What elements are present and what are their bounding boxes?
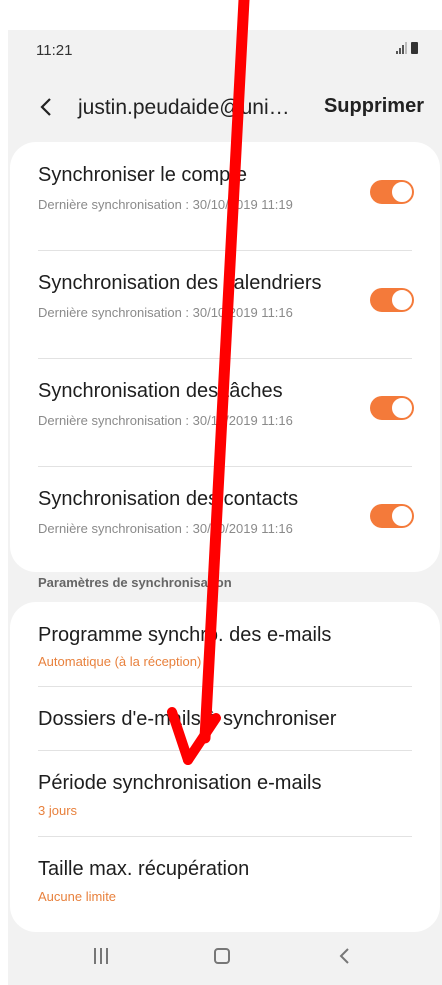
status-bar: 11:21: [8, 30, 442, 70]
home-icon[interactable]: [214, 948, 230, 964]
delete-button[interactable]: Supprimer: [324, 95, 424, 118]
recents-icon[interactable]: [94, 948, 108, 964]
phone-screen: 11:21 justin.peudaide@uni… Supprimer Syn…: [8, 30, 442, 985]
sync-item-title: Synchroniser le compte: [38, 164, 247, 186]
sync-toggle[interactable]: [370, 504, 414, 528]
setting-value: 3 jours: [38, 803, 78, 818]
back-icon[interactable]: [333, 944, 357, 968]
status-time: 11:21: [36, 42, 73, 59]
toggle-knob: [391, 181, 413, 203]
sync-item-subtitle: Dernière synchronisation : 30/10/2019 11…: [38, 413, 293, 428]
setting-max-size[interactable]: Taille max. récupération Aucune limite: [10, 836, 440, 922]
toggle-knob: [391, 505, 413, 527]
setting-email-schedule[interactable]: Programme synchro. des e-mails Automatiq…: [10, 602, 440, 686]
status-icons: [396, 42, 418, 54]
sync-item-calendars[interactable]: Synchronisation des calendriers Dernière…: [10, 250, 440, 358]
sync-item-title: Synchronisation des tâches: [38, 380, 283, 402]
sync-toggle[interactable]: [370, 396, 414, 420]
sync-item-tasks[interactable]: Synchronisation des tâches Dernière sync…: [10, 358, 440, 466]
signal-icon: [396, 42, 407, 54]
section-header: Paramètres de synchronisation: [38, 575, 232, 590]
sync-item-title: Synchronisation des calendriers: [38, 272, 322, 294]
sync-item-contacts[interactable]: Synchronisation des contacts Dernière sy…: [10, 466, 440, 572]
setting-title: Taille max. récupération: [38, 858, 250, 880]
sync-item-subtitle: Dernière synchronisation : 30/10/2019 11…: [38, 305, 293, 320]
sync-item-title: Synchronisation des contacts: [38, 488, 299, 510]
chevron-left-icon[interactable]: [34, 94, 60, 120]
toggle-knob: [391, 289, 413, 311]
account-title: justin.peudaide@uni…: [78, 96, 290, 119]
setting-title: Période synchronisation e-mails: [38, 772, 322, 794]
setting-value: Automatique (à la réception): [38, 654, 202, 669]
sync-item-subtitle: Dernière synchronisation : 30/10/2019 11…: [38, 197, 293, 212]
setting-title: Dossiers d'e-mails à synchroniser: [38, 708, 337, 730]
sync-item-subtitle: Dernière synchronisation : 30/10/2019 11…: [38, 521, 293, 536]
navigation-bar: [8, 930, 442, 985]
setting-value: Aucune limite: [38, 889, 117, 904]
app-header: justin.peudaide@uni… Supprimer: [8, 85, 442, 131]
setting-email-folders[interactable]: Dossiers d'e-mails à synchroniser: [10, 686, 440, 750]
sync-toggle[interactable]: [370, 180, 414, 204]
setting-title: Programme synchro. des e-mails: [38, 624, 332, 646]
battery-icon: [411, 42, 418, 54]
setting-email-period[interactable]: Période synchronisation e-mails 3 jours: [10, 750, 440, 836]
sync-toggle[interactable]: [370, 288, 414, 312]
toggle-knob: [391, 397, 413, 419]
sync-item-account[interactable]: Synchroniser le compte Dernière synchron…: [10, 142, 440, 250]
sync-card: Synchroniser le compte Dernière synchron…: [10, 142, 440, 572]
settings-card: Programme synchro. des e-mails Automatiq…: [10, 602, 440, 932]
